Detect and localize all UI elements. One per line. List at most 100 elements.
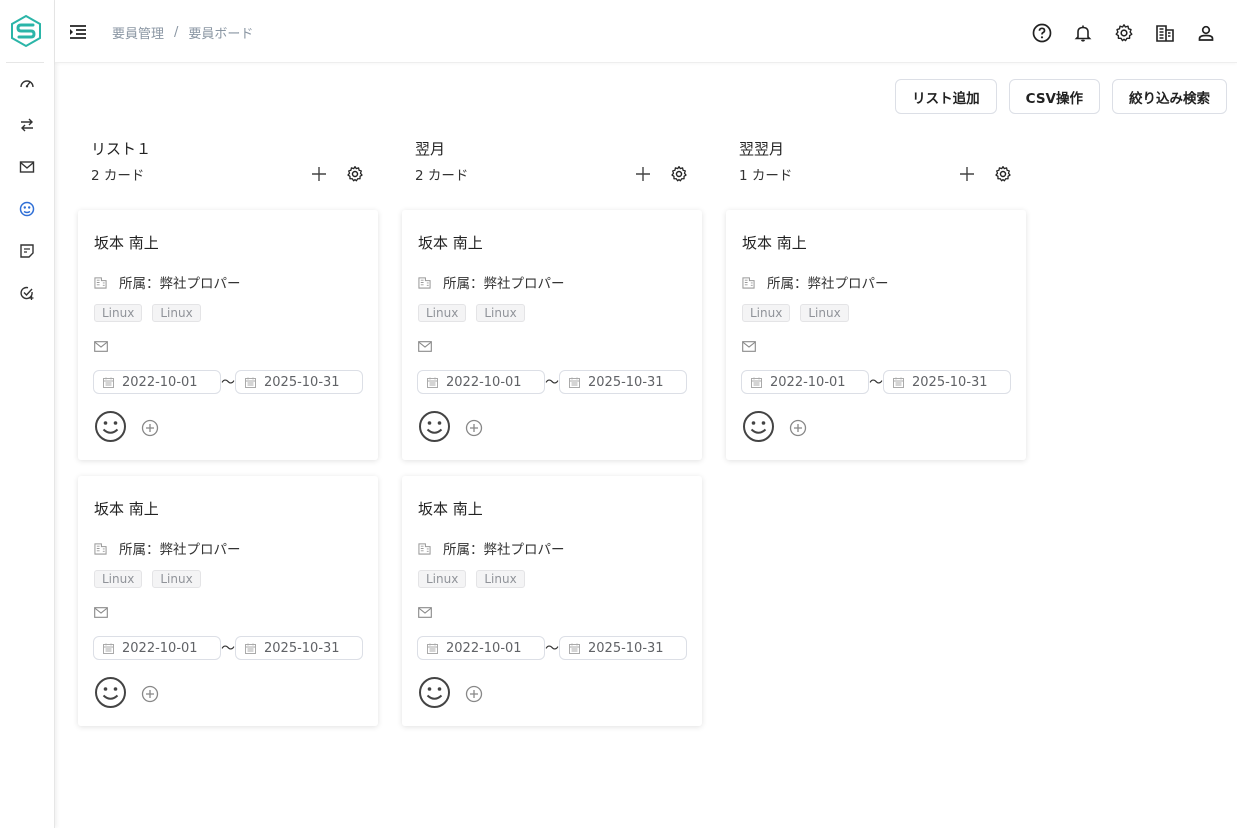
skill-tag: Linux <box>476 570 525 588</box>
user-icon[interactable] <box>1194 21 1217 44</box>
skill-tag: Linux <box>94 304 143 322</box>
end-date-value: 2025-10-31 <box>912 374 988 390</box>
affiliation: 所属：弊社プロパー <box>418 272 565 292</box>
skill-tags: Linux Linux <box>742 304 849 322</box>
calendar-icon <box>427 377 438 388</box>
smiley-avatar-icon[interactable] <box>94 676 127 709</box>
end-date-input[interactable]: 2025-10-31 <box>559 370 687 394</box>
column-card-count: 2 カード <box>415 168 469 184</box>
date-separator: 〜 <box>545 641 559 657</box>
calendar-icon <box>103 377 114 388</box>
mail-icon <box>19 161 35 173</box>
start-date-input[interactable]: 2022-10-01 <box>741 370 869 394</box>
skill-tag: Linux <box>94 570 143 588</box>
start-date-input[interactable]: 2022-10-01 <box>93 370 221 394</box>
company-icon[interactable] <box>1153 21 1176 44</box>
affiliation-text: 所属：弊社プロパー <box>443 276 565 292</box>
column-settings-icon[interactable] <box>670 165 688 183</box>
help-icon[interactable] <box>1030 21 1053 44</box>
staff-name: 坂本 南上 <box>418 500 483 518</box>
building-icon <box>94 542 107 555</box>
smiley-avatar-icon[interactable] <box>418 410 451 443</box>
settings-icon[interactable] <box>1112 21 1135 44</box>
sidebar-item-board[interactable] <box>16 198 38 220</box>
staff-card[interactable]: 坂本 南上 所属：弊社プロパー Linux Linux 2022-10-01 〜 … <box>78 210 378 460</box>
staff-card[interactable]: 坂本 南上 所属：弊社プロパー Linux Linux 2022-10-01 〜 … <box>726 210 1026 460</box>
column-card-count: 2 カード <box>91 168 145 184</box>
sidebar-item-mail[interactable] <box>16 156 38 178</box>
sidebar <box>0 0 55 828</box>
add-list-button[interactable]: リスト追加 <box>895 79 997 114</box>
smiley-avatar-icon[interactable] <box>418 676 451 709</box>
calendar-icon <box>427 643 438 654</box>
mail-icon[interactable] <box>418 337 432 352</box>
mail-icon[interactable] <box>418 603 432 618</box>
add-member-icon[interactable] <box>465 419 483 437</box>
bell-icon[interactable] <box>1071 21 1094 44</box>
mail-icon[interactable] <box>94 603 108 618</box>
start-date-value: 2022-10-01 <box>446 374 522 390</box>
sidebar-item-tasks[interactable] <box>16 282 38 304</box>
logo-icon[interactable] <box>9 14 43 48</box>
skill-tags: Linux Linux <box>418 570 525 588</box>
column-title: 翌翌月 <box>739 140 785 158</box>
staff-card[interactable]: 坂本 南上 所属：弊社プロパー Linux Linux 2022-10-01 〜 … <box>402 476 702 726</box>
staff-card[interactable]: 坂本 南上 所属：弊社プロパー Linux Linux 2022-10-01 〜 … <box>78 476 378 726</box>
breadcrumb-item-staff-management[interactable]: 要員管理 <box>112 23 164 42</box>
sidebar-item-transfer[interactable] <box>16 114 38 136</box>
date-range: 2022-10-01 〜 2025-10-31 <box>93 636 363 660</box>
start-date-input[interactable]: 2022-10-01 <box>417 370 545 394</box>
end-date-input[interactable]: 2025-10-31 <box>559 636 687 660</box>
staff-name: 坂本 南上 <box>94 234 159 252</box>
building-icon <box>742 276 755 289</box>
add-member-icon[interactable] <box>465 685 483 703</box>
menu-toggle-icon[interactable] <box>69 23 87 41</box>
add-card-icon[interactable] <box>310 165 328 183</box>
staff-name: 坂本 南上 <box>418 234 483 252</box>
affiliation-text: 所属：弊社プロパー <box>119 542 241 558</box>
affiliation-text: 所属：弊社プロパー <box>443 542 565 558</box>
start-date-value: 2022-10-01 <box>122 374 198 390</box>
end-date-value: 2025-10-31 <box>588 640 664 656</box>
end-date-input[interactable]: 2025-10-31 <box>235 636 363 660</box>
add-card-icon[interactable] <box>634 165 652 183</box>
skill-tag: Linux <box>800 304 849 322</box>
start-date-input[interactable]: 2022-10-01 <box>417 636 545 660</box>
start-date-value: 2022-10-01 <box>122 640 198 656</box>
date-range: 2022-10-01 〜 2025-10-31 <box>417 370 687 394</box>
date-separator: 〜 <box>545 375 559 391</box>
filter-search-button[interactable]: 絞り込み検索 <box>1112 79 1227 114</box>
column-card-count: 1 カード <box>739 168 793 184</box>
affiliation-text: 所属：弊社プロパー <box>767 276 889 292</box>
smiley-avatar-icon[interactable] <box>94 410 127 443</box>
add-member-icon[interactable] <box>141 685 159 703</box>
add-member-icon[interactable] <box>141 419 159 437</box>
sidebar-item-dashboard[interactable] <box>16 73 38 95</box>
calendar-icon <box>751 377 762 388</box>
column-title: リスト１ <box>91 140 152 158</box>
date-separator: 〜 <box>221 641 235 657</box>
add-member-icon[interactable] <box>789 419 807 437</box>
csv-operations-button[interactable]: CSV操作 <box>1008 79 1100 114</box>
end-date-input[interactable]: 2025-10-31 <box>235 370 363 394</box>
date-range: 2022-10-01 〜 2025-10-31 <box>93 370 363 394</box>
mail-icon[interactable] <box>94 337 108 352</box>
building-icon <box>94 276 107 289</box>
note-icon <box>20 244 34 258</box>
mail-icon[interactable] <box>742 337 756 352</box>
add-card-icon[interactable] <box>958 165 976 183</box>
building-icon <box>418 276 431 289</box>
task-check-icon <box>20 286 34 300</box>
date-range: 2022-10-01 〜 2025-10-31 <box>741 370 1011 394</box>
column-settings-icon[interactable] <box>346 165 364 183</box>
sidebar-item-notes[interactable] <box>16 240 38 262</box>
start-date-input[interactable]: 2022-10-01 <box>93 636 221 660</box>
smiley-avatar-icon[interactable] <box>742 410 775 443</box>
staff-card[interactable]: 坂本 南上 所属：弊社プロパー Linux Linux 2022-10-01 〜 … <box>402 210 702 460</box>
breadcrumb-separator: / <box>174 25 179 40</box>
end-date-input[interactable]: 2025-10-31 <box>883 370 1011 394</box>
skill-tag: Linux <box>418 304 467 322</box>
skill-tags: Linux Linux <box>94 570 201 588</box>
column-settings-icon[interactable] <box>994 165 1012 183</box>
affiliation: 所属：弊社プロパー <box>742 272 889 292</box>
